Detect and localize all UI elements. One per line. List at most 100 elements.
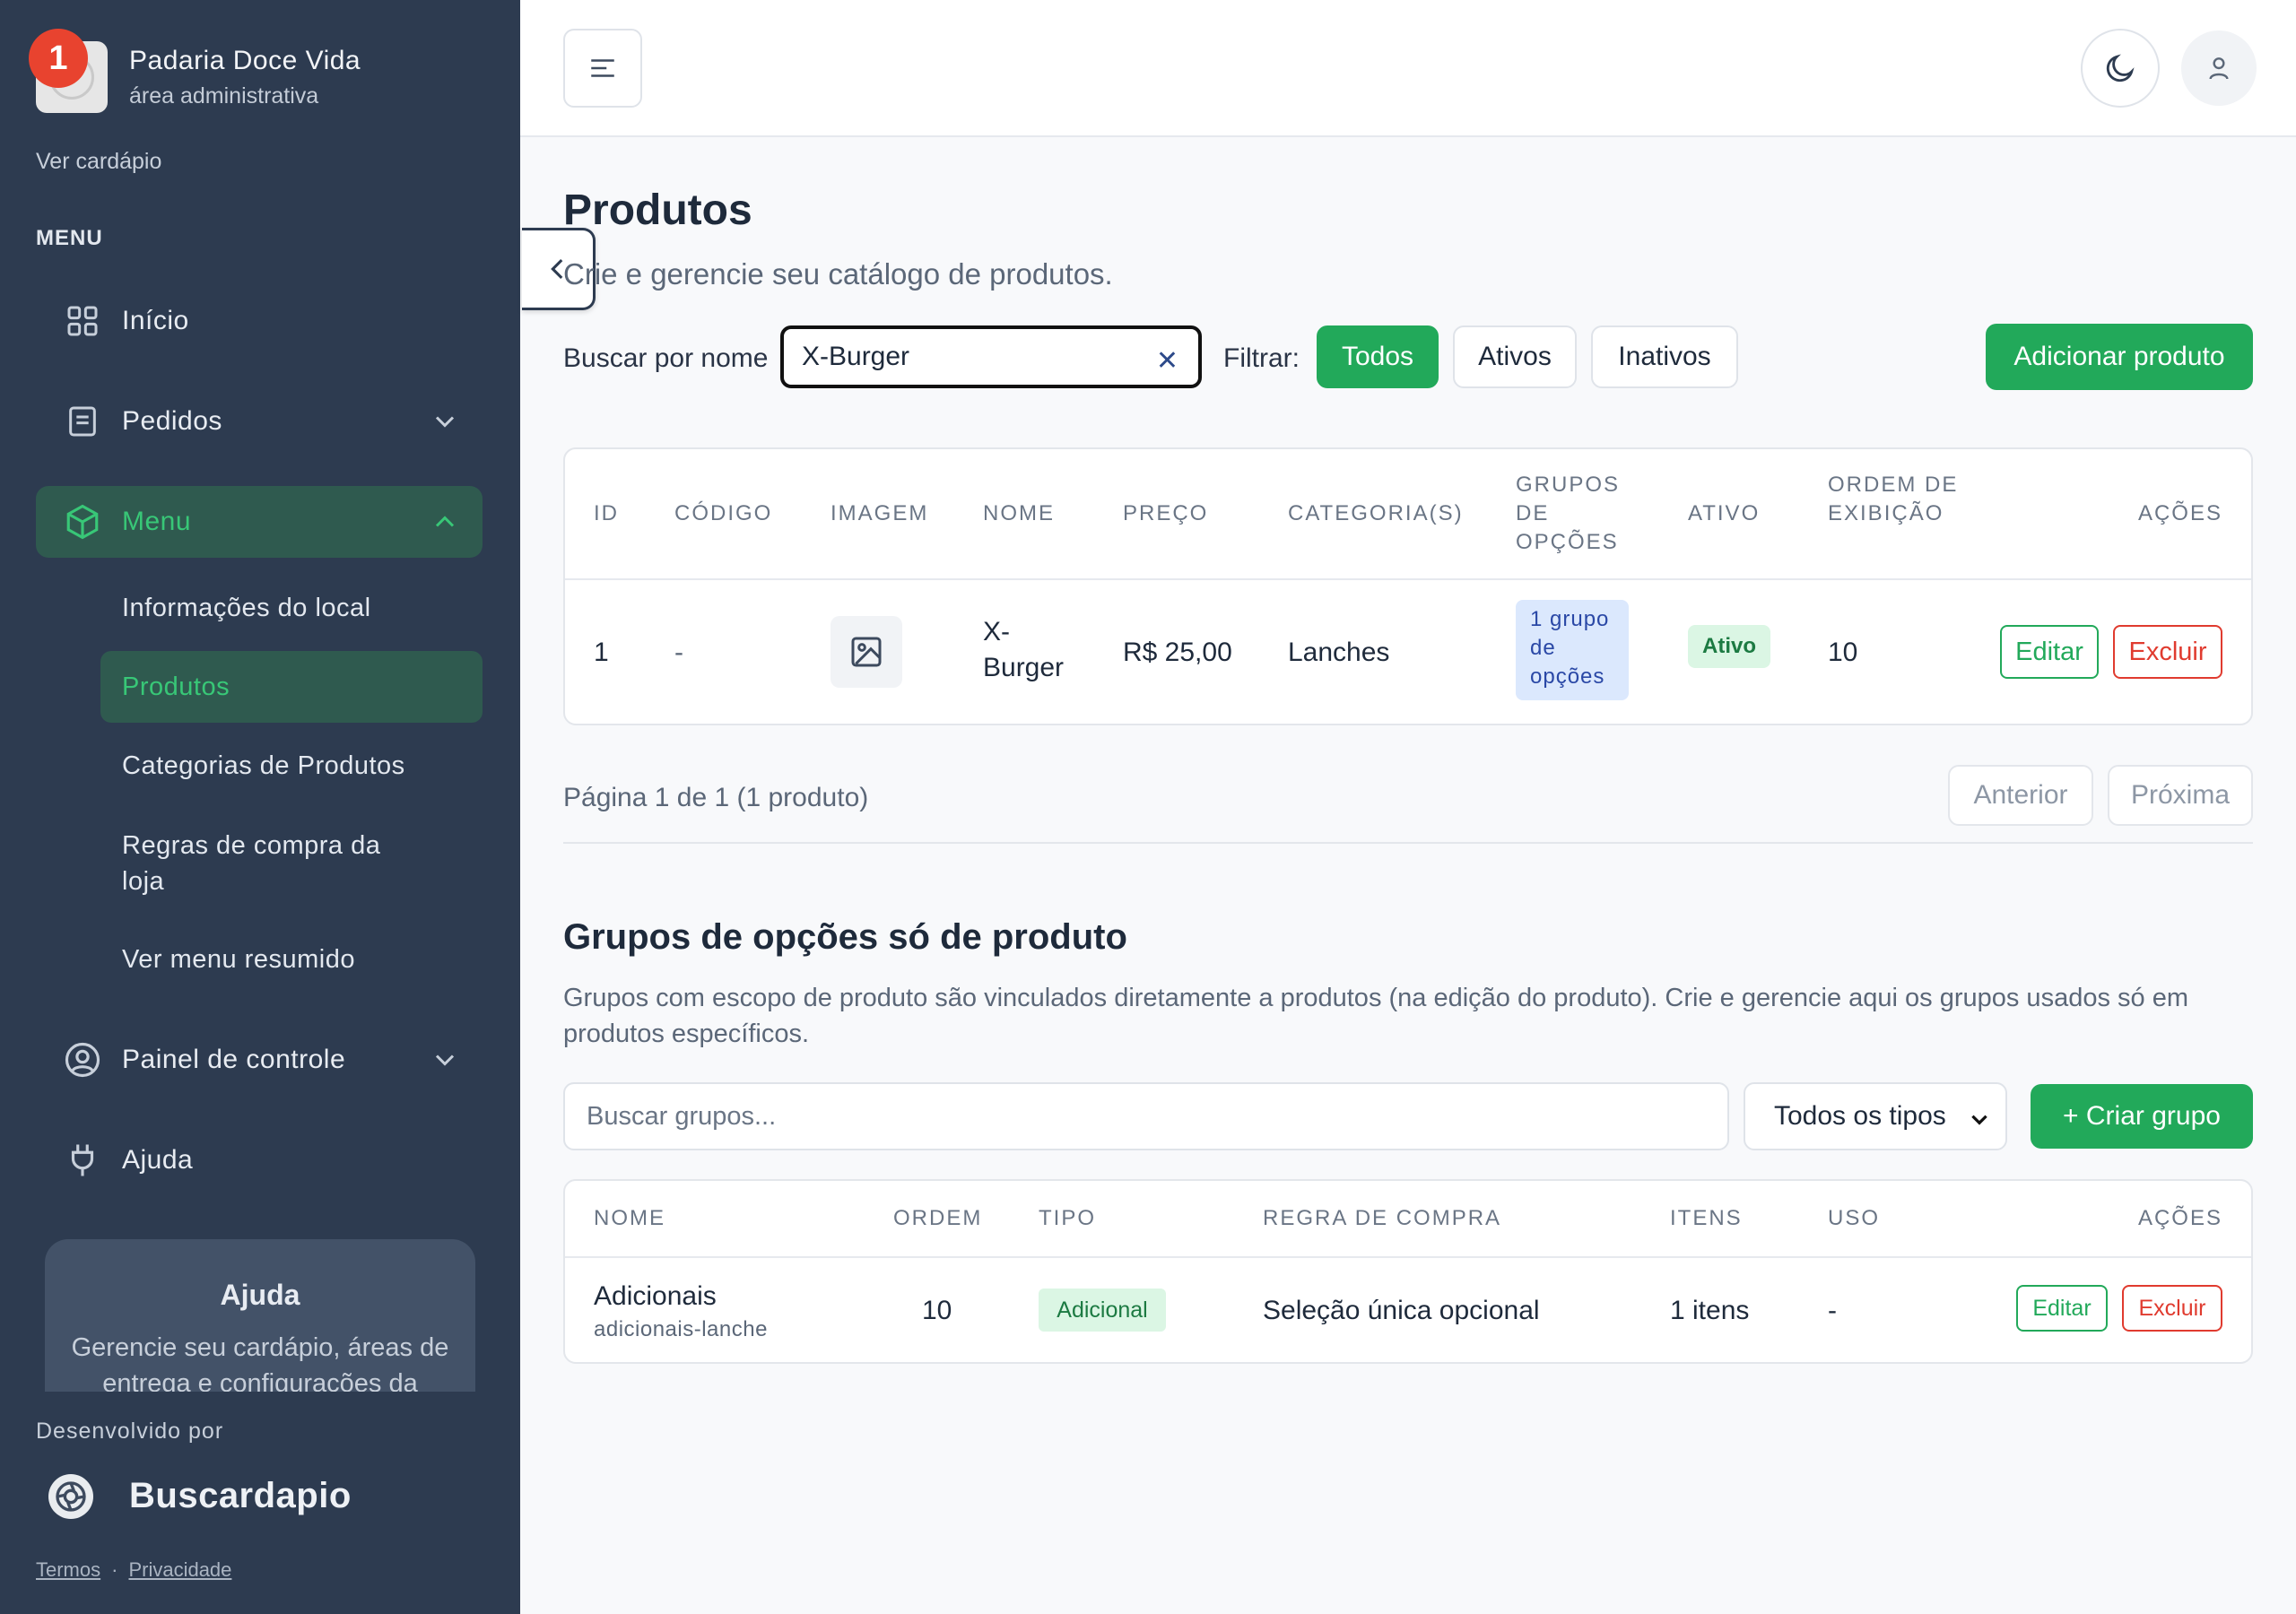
hamburger-icon [591, 59, 614, 77]
sidebar: 1 Padaria Doce Vida área administrativa … [0, 0, 520, 1614]
sub-item-regras[interactable]: Regras de compra da loja [100, 825, 441, 902]
column-header: ITENS [1670, 1206, 1743, 1230]
view-menu-link[interactable]: Ver cardápio [36, 149, 161, 175]
page-subtitle: Crie e gerencie seu catálogo de produtos… [563, 257, 1113, 291]
notification-badge[interactable]: 1 [29, 29, 88, 88]
privacy-link[interactable]: Privacidade [128, 1558, 231, 1581]
column-header: USO [1828, 1206, 1881, 1230]
sub-item-menu-resumido[interactable]: Ver menu resumido [100, 925, 483, 994]
delete-group-button[interactable]: Excluir [2122, 1285, 2222, 1332]
group-search-field[interactable] [563, 1082, 1729, 1150]
pagination-info: Página 1 de 1 (1 produto) [563, 783, 869, 812]
column-header: GRUPOS DE OPÇÕES [1516, 473, 1621, 554]
nav-label: Ajuda [122, 1145, 194, 1175]
column-header: ID [594, 501, 619, 525]
box-icon [57, 497, 108, 547]
sub-item-info-local[interactable]: Informações do local [100, 574, 483, 642]
group-type-select[interactable]: Todos os tipos [1744, 1082, 2007, 1150]
nav-label: Menu [122, 507, 192, 536]
column-header: IMAGEM [831, 501, 929, 525]
aperture-icon [48, 1474, 93, 1519]
nav-item-menu[interactable]: Menu [36, 486, 483, 558]
edit-product-button[interactable]: Editar [2000, 625, 2099, 679]
option-groups-title: Grupos de opções só de produto [563, 917, 1127, 957]
brand-logo: 1 [29, 29, 108, 113]
theme-toggle-button[interactable] [2081, 29, 2160, 108]
brand-subtitle: área administrativa [129, 82, 319, 108]
column-header: ATIVO [1688, 501, 1761, 525]
cell-name: X-Burger [983, 617, 1065, 682]
brand-name: Padaria Doce Vida [129, 45, 361, 75]
next-page-button[interactable]: Próxima [2108, 765, 2253, 826]
products-toolbar: Buscar por nome ✕ Filtrar: Todos Ativos … [563, 324, 2253, 390]
user-circle-icon [57, 1035, 108, 1085]
nav-item-painel[interactable]: Painel de controle [36, 1024, 483, 1096]
group-search-input[interactable] [587, 1102, 1699, 1132]
group-slug: adicionais-lanche [594, 1317, 768, 1341]
plug-icon [57, 1135, 108, 1185]
terms-link[interactable]: Termos [36, 1558, 100, 1581]
column-header: ORDEM DE EXIBIÇÃO [1828, 473, 1959, 525]
option-groups-badge: 1 grupo de opções [1516, 600, 1629, 700]
cell-categories: Lanches [1288, 638, 1390, 667]
column-header: AÇÕES [2137, 1206, 2222, 1230]
chevron-down-icon [1971, 1115, 1987, 1125]
top-header [520, 0, 2296, 137]
image-icon [851, 637, 882, 667]
group-name: Adicionais [594, 1281, 717, 1311]
pagination: Página 1 de 1 (1 produto) Anterior Próxi… [563, 765, 2253, 828]
chevron-down-icon [435, 416, 455, 428]
help-card: Ajuda Gerencie seu cardápio, áreas de en… [45, 1239, 475, 1392]
add-product-button[interactable]: Adicionar produto [1986, 324, 2253, 390]
sub-item-produtos[interactable]: Produtos [100, 651, 483, 723]
edit-group-button[interactable]: Editar [2016, 1285, 2108, 1332]
column-header: REGRA DE COMPRA [1263, 1206, 1502, 1230]
sidebar-footer: Desenvolvido por Buscardapio Termos · Priv… [0, 1392, 520, 1614]
prev-page-button[interactable]: Anterior [1948, 765, 2093, 826]
create-group-button[interactable]: + Criar grupo [2031, 1084, 2253, 1149]
nav-label: Pedidos [122, 406, 222, 436]
status-badge: Ativo [1688, 625, 1770, 668]
help-card-title: Ajuda [220, 1279, 300, 1311]
user-menu-button[interactable] [2181, 30, 2257, 106]
chevron-up-icon [435, 516, 455, 527]
sub-item-categorias[interactable]: Categorias de Produtos [100, 732, 483, 800]
cell-price: R$ 25,00 [1123, 638, 1232, 667]
group-rule: Seleção única opcional [1263, 1296, 1540, 1325]
product-search-input[interactable] [802, 342, 1143, 372]
column-header: AÇÕES [2137, 501, 2222, 525]
nav-label: Painel de controle [122, 1045, 346, 1074]
menu-toggle-button[interactable] [563, 29, 642, 108]
grid-icon [57, 296, 108, 346]
filter-active-button[interactable]: Ativos [1453, 325, 1577, 388]
nav-item-ajuda[interactable]: Ajuda [36, 1124, 483, 1196]
developed-by-label: Desenvolvido por [36, 1419, 224, 1444]
chevron-down-icon [435, 1054, 455, 1066]
brand[interactable]: 1 Padaria Doce Vida área administrativa [29, 29, 361, 113]
filter-inactive-button[interactable]: Inativos [1591, 325, 1738, 388]
product-search-field[interactable]: ✕ [780, 325, 1202, 388]
developer-name: Buscardapio [129, 1476, 352, 1515]
cell-code: - [674, 638, 683, 667]
user-icon [2209, 57, 2229, 80]
help-card-text: Gerencie seu cardápio, áreas de entrega … [71, 1333, 449, 1392]
filter-all-button[interactable]: Todos [1317, 325, 1439, 388]
section-divider [563, 842, 2253, 844]
filter-label: Filtrar: [1223, 343, 1300, 373]
option-groups-table: NOME ORDEM TIPO REGRA DE COMPRA ITENS US… [563, 1179, 2253, 1364]
group-order: 10 [922, 1296, 952, 1325]
cell-display-order: 10 [1828, 638, 1858, 667]
nav-item-inicio[interactable]: Início [36, 285, 483, 357]
cell-id: 1 [594, 638, 609, 667]
nav-label: Início [122, 306, 189, 335]
column-header: PREÇO [1123, 501, 1209, 525]
product-image-placeholder [831, 616, 902, 688]
type-select-value: Todos os tipos [1774, 1101, 1946, 1131]
clear-search-icon[interactable]: ✕ [1156, 345, 1178, 377]
delete-product-button[interactable]: Excluir [2113, 625, 2222, 679]
moon-icon [2106, 54, 2135, 82]
link-separator: · [111, 1558, 118, 1581]
nav-item-pedidos[interactable]: Pedidos [36, 386, 483, 457]
receipt-icon [57, 396, 108, 447]
page-title: Produtos [563, 187, 752, 234]
